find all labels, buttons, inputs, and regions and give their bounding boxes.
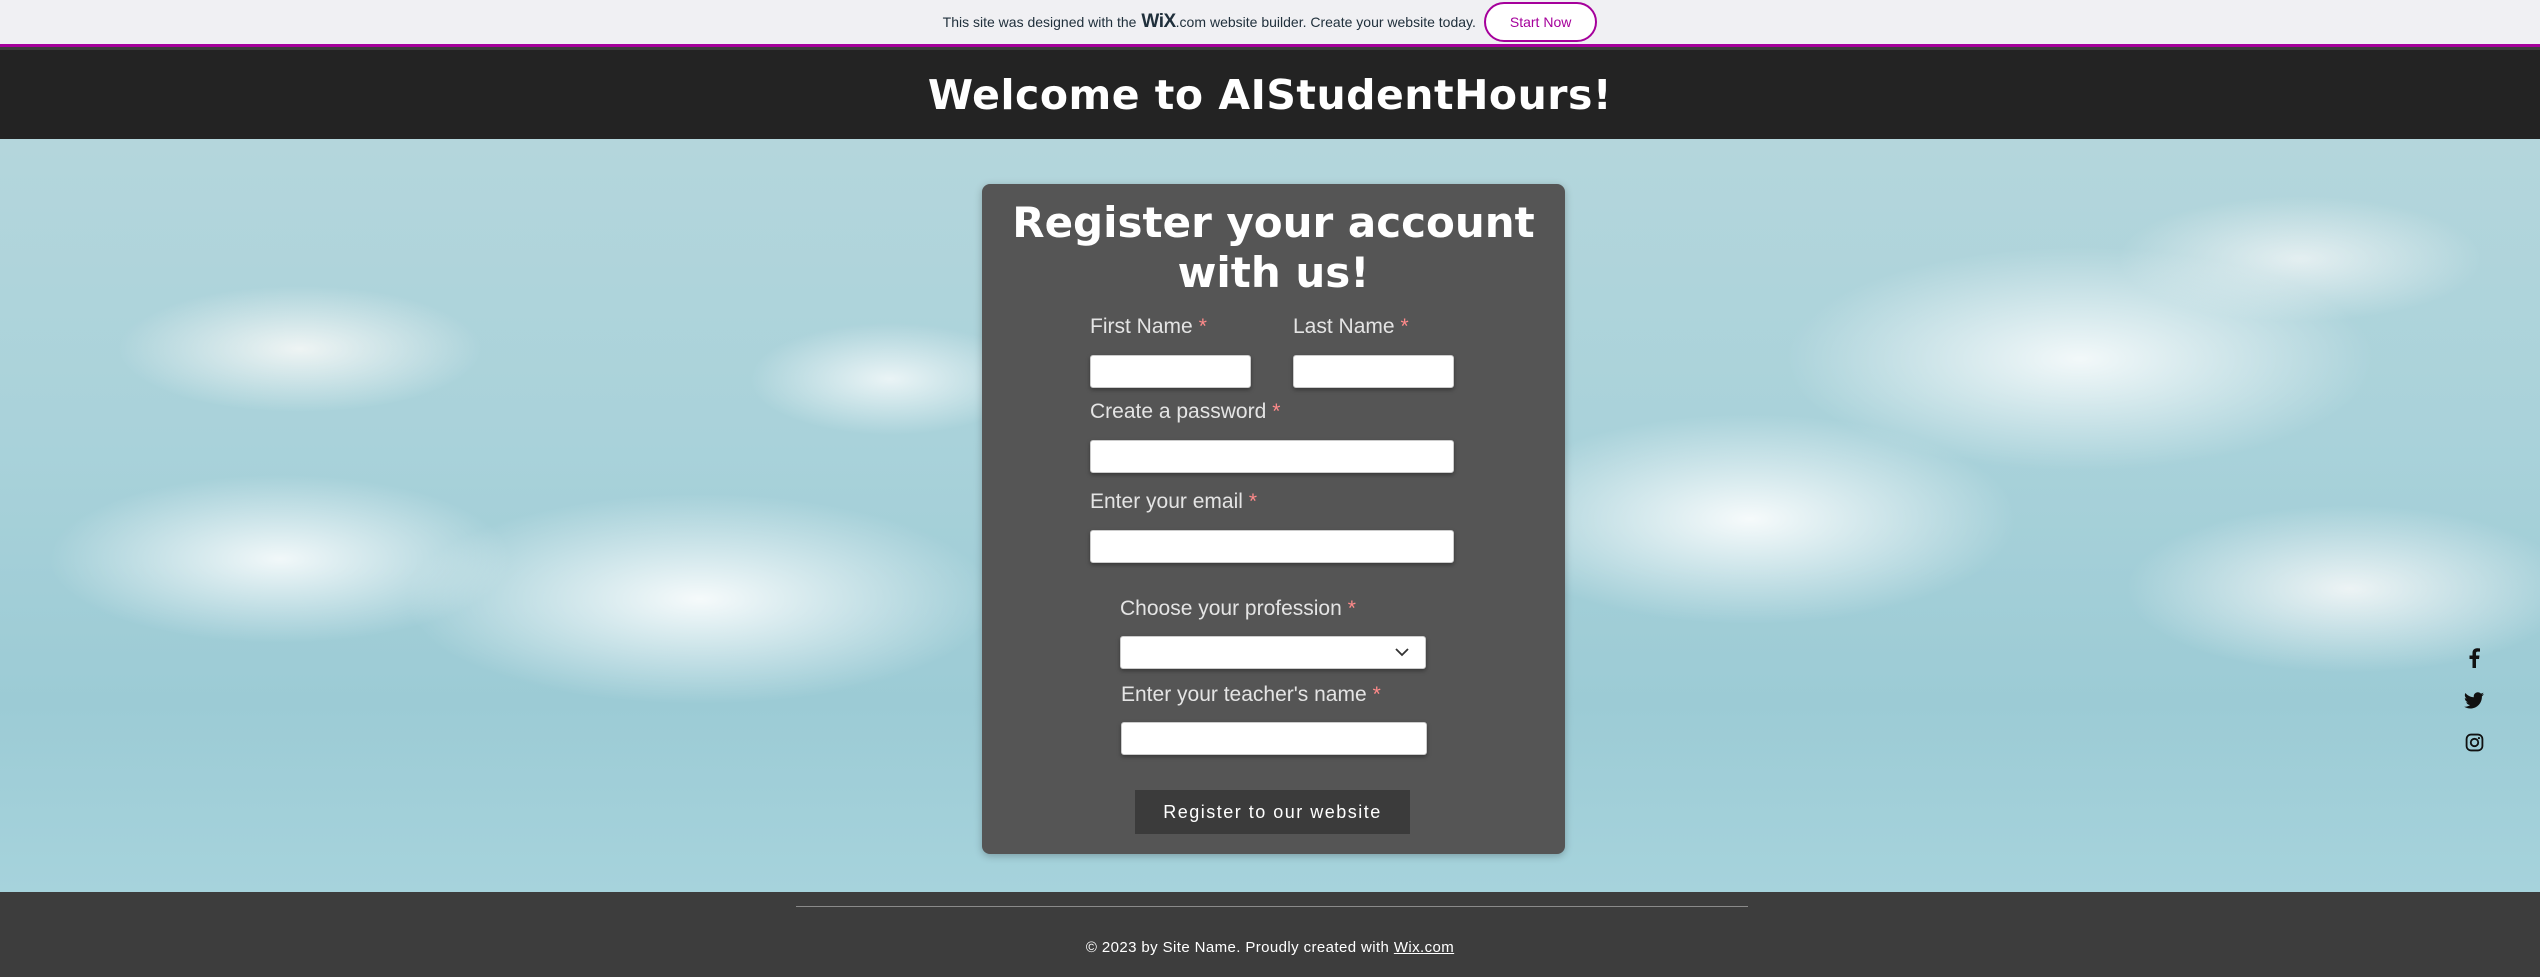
form-title-line-1: Register your account (1012, 198, 1535, 247)
site-footer: © 2023 by Site Name. Proudly created wit… (0, 892, 2540, 977)
profession-label-text: Choose your profession (1120, 597, 1342, 620)
copyright-text: © 2023 by Site Name. Proudly created wit… (1085, 939, 1390, 956)
last-name-input[interactable] (1293, 355, 1454, 388)
form-title-line-2: with us! (1177, 248, 1370, 297)
banner-text-after: website builder. Create your website tod… (1209, 14, 1476, 30)
required-marker: * (1400, 315, 1409, 338)
teacher-name-label: Enter your teacher's name * (1121, 683, 1381, 707)
required-marker: * (1347, 597, 1356, 620)
twitter-icon[interactable] (2464, 690, 2484, 710)
site-header: Welcome to AIStudentHours! (0, 50, 2540, 139)
wix-logo: WiX.com (1141, 11, 1206, 33)
last-name-label: Last Name * (1293, 315, 1409, 339)
email-label-text: Enter your email (1090, 490, 1243, 513)
teacher-name-input[interactable] (1121, 722, 1427, 755)
registration-form: Register your account with us! First Nam… (982, 184, 1565, 854)
banner-text-before: This site was designed with the (942, 14, 1137, 30)
form-title: Register your account with us! (982, 198, 1565, 298)
start-now-button[interactable]: Start Now (1483, 2, 1598, 42)
wix-promo-banner: This site was designed with the WiX.com … (0, 0, 2540, 47)
required-marker: * (1272, 400, 1281, 423)
instagram-icon[interactable] (2464, 732, 2484, 752)
first-name-label-text: First Name (1090, 315, 1193, 338)
wix-logo-mark: WiX (1141, 11, 1176, 32)
site-title: Welcome to AIStudentHours! (927, 70, 1613, 119)
wix-link[interactable]: Wix.com (1394, 939, 1454, 956)
register-button[interactable]: Register to our website (1135, 790, 1410, 834)
first-name-input[interactable] (1090, 355, 1251, 388)
password-input[interactable] (1090, 440, 1454, 473)
profession-select[interactable] (1120, 636, 1426, 669)
facebook-icon[interactable] (2464, 648, 2484, 668)
footer-divider (796, 906, 1748, 907)
chevron-down-icon (1395, 648, 1409, 657)
email-label: Enter your email * (1090, 490, 1257, 514)
password-label: Create a password * (1090, 400, 1280, 424)
email-input[interactable] (1090, 530, 1454, 563)
first-name-label: First Name * (1090, 315, 1207, 339)
required-marker: * (1248, 490, 1258, 513)
required-marker: * (1372, 683, 1381, 706)
footer-copyright: © 2023 by Site Name. Proudly created wit… (0, 939, 2540, 956)
last-name-label-text: Last Name (1293, 315, 1395, 338)
password-label-text: Create a password (1090, 400, 1267, 423)
social-bar (2464, 648, 2484, 774)
required-marker: * (1198, 315, 1207, 338)
teacher-name-label-text: Enter your teacher's name (1121, 683, 1367, 706)
profession-label: Choose your profession * (1120, 597, 1356, 621)
wix-logo-suffix: .com (1175, 14, 1206, 30)
